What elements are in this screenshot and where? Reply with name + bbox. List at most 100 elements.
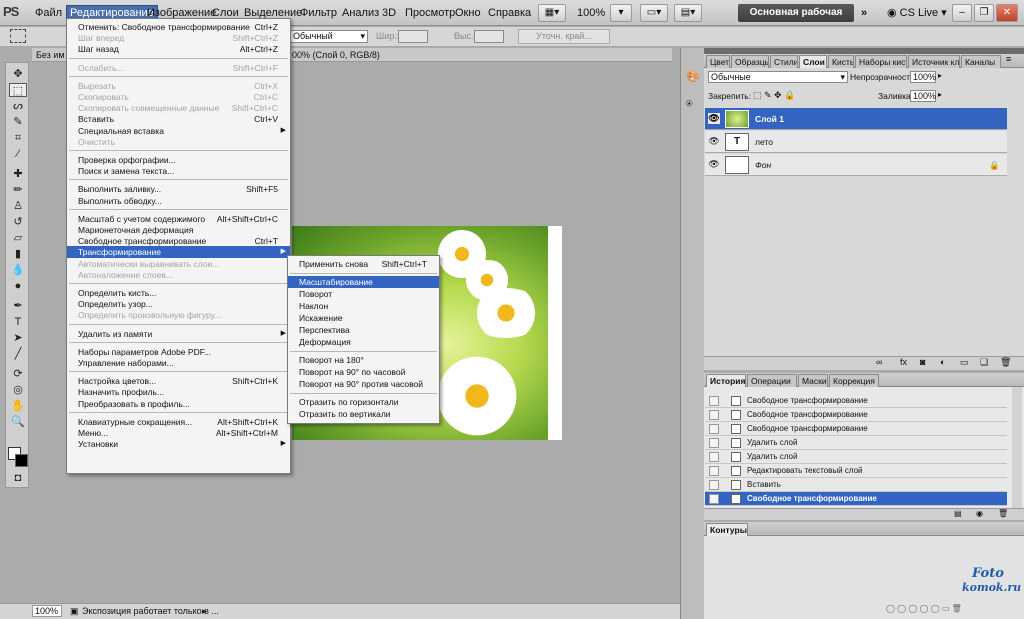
tab-layers[interactable]: Слои: [799, 55, 827, 68]
edit_menu-item[interactable]: Вставить Ctrl+V: [67, 113, 290, 125]
transform_menu-item[interactable]: Масштабирование: [288, 276, 439, 288]
marquee-tool-icon[interactable]: [10, 29, 26, 43]
delete-state-icon[interactable]: 🗑: [998, 509, 1008, 518]
quick-mask-icon[interactable]: ◘: [9, 471, 27, 485]
menu-file[interactable]: Файл: [32, 5, 65, 21]
edit_menu-item[interactable]: Специальная вставка ▶: [67, 125, 290, 137]
tab-color[interactable]: Цвет: [706, 55, 730, 68]
history-brush-source-checkbox[interactable]: [709, 466, 719, 476]
history-brush-icon[interactable]: ↺: [9, 215, 27, 229]
transform_menu-item[interactable]: Поворот: [288, 288, 439, 300]
new-document-icon[interactable]: ▤: [954, 509, 962, 518]
tab-brush-presets[interactable]: Наборы кисте: [855, 55, 907, 68]
3d-rotate-icon[interactable]: ⟳: [9, 367, 27, 381]
move-tool-icon[interactable]: ✥: [9, 67, 27, 81]
brush-tool-icon[interactable]: ✏: [9, 183, 27, 197]
width-field[interactable]: [398, 30, 428, 43]
history-item[interactable]: Свободное трансформирование: [705, 394, 1007, 408]
type-tool-icon[interactable]: T: [9, 315, 27, 329]
edit_menu-item[interactable]: Свободное трансформирование Ctrl+T: [67, 235, 290, 247]
history-brush-source-checkbox[interactable]: [709, 452, 719, 462]
layer-style-icon[interactable]: fx: [900, 357, 907, 367]
history-item[interactable]: Свободное трансформирование: [705, 408, 1007, 422]
layer-row[interactable]: 👁 T лето: [705, 131, 1007, 153]
blur-tool-icon[interactable]: 💧: [9, 263, 27, 277]
tab-actions[interactable]: Операции: [747, 374, 797, 387]
history-item[interactable]: Удалить слой: [705, 436, 1007, 450]
eye-icon[interactable]: 👁: [708, 113, 720, 124]
stamp-icon[interactable]: ⍟: [686, 98, 693, 111]
path-select-icon[interactable]: ➤: [9, 331, 27, 345]
transform_menu-item[interactable]: Наклон: [288, 300, 439, 312]
history-brush-source-checkbox[interactable]: [709, 494, 719, 504]
zoom-tool-icon[interactable]: 🔍: [9, 415, 27, 429]
panel-menu-icon[interactable]: ≡: [1006, 54, 1011, 64]
history-scrollbar[interactable]: [1012, 387, 1022, 509]
transform_menu-item[interactable]: Перспектива: [288, 324, 439, 336]
close-button[interactable]: ✕: [996, 4, 1018, 22]
hand-zoom-button[interactable]: ▾: [610, 4, 632, 22]
transform_menu-item[interactable]: Искажение: [288, 312, 439, 324]
history-brush-source-checkbox[interactable]: [709, 424, 719, 434]
edit_menu-item[interactable]: Марионеточная деформация: [67, 224, 290, 236]
history-item[interactable]: Свободное трансформирование: [705, 422, 1007, 436]
status-info-icon[interactable]: ▣: [70, 604, 79, 619]
eye-icon[interactable]: 👁: [708, 159, 720, 170]
tab-paths[interactable]: Контуры: [706, 523, 748, 536]
edit_menu-item[interactable]: Меню... Alt+Shift+Ctrl+M: [67, 427, 290, 439]
edit_menu-item[interactable]: Настройка цветов... Shift+Ctrl+K: [67, 375, 290, 387]
gradient-tool-icon[interactable]: ▮: [9, 247, 27, 261]
edit_menu-item[interactable]: Наборы параметров Adobe PDF...: [67, 346, 290, 358]
snapshot-icon[interactable]: ◉: [976, 509, 983, 518]
history-brush-source-checkbox[interactable]: [709, 396, 719, 406]
new-group-icon[interactable]: ▭: [960, 357, 969, 368]
zoom-level[interactable]: 100%: [574, 5, 608, 21]
transform_menu-item[interactable]: Поворот на 90° по часовой: [288, 366, 439, 378]
3d-camera-icon[interactable]: ◎: [9, 383, 27, 397]
dodge-tool-icon[interactable]: ●: [9, 279, 27, 293]
eye-icon[interactable]: 👁: [708, 136, 720, 147]
transform_menu-item[interactable]: Отразить по горизонтали: [288, 396, 439, 408]
menu-filter[interactable]: Фильтр: [297, 5, 340, 21]
history-brush-source-checkbox[interactable]: [709, 410, 719, 420]
status-arrow-icon[interactable]: ▸: [202, 604, 207, 619]
cs-live-button[interactable]: ◉ CS Live ▾: [884, 5, 950, 21]
clone-stamp-icon[interactable]: ♙: [9, 199, 27, 213]
history-item[interactable]: Удалить слой: [705, 450, 1007, 464]
tab-clone-source[interactable]: Источник кл: [908, 55, 960, 68]
tab-brush[interactable]: Кисть: [828, 55, 854, 68]
paths-footer-icons[interactable]: ◯ ◯ ◯ ◯ ◯ ▭ 🗑: [886, 604, 962, 613]
screen-mode-button[interactable]: ▭▾: [640, 4, 668, 22]
foreground-color-swatch[interactable]: [15, 454, 28, 467]
opacity-field[interactable]: 100%: [910, 71, 936, 83]
edit_menu-item[interactable]: Определить кисть...: [67, 287, 290, 299]
extras-button[interactable]: ▤▾: [674, 4, 702, 22]
minimize-button[interactable]: –: [952, 4, 972, 22]
style-select[interactable]: Обычный ▾: [290, 30, 368, 43]
menu-window[interactable]: Окно: [452, 5, 484, 21]
restore-button[interactable]: ❐: [974, 4, 994, 22]
edit_menu-item[interactable]: Шаг назад Alt+Ctrl+Z: [67, 43, 290, 55]
marquee-tool-icon[interactable]: ⬚: [9, 83, 27, 97]
arrange-documents-button[interactable]: ▦▾: [538, 4, 566, 22]
menu-3d[interactable]: 3D: [379, 5, 399, 21]
transform_menu-item[interactable]: Применить снова Shift+Ctrl+T: [288, 258, 439, 270]
edit_menu-item[interactable]: Преобразовать в профиль...: [67, 398, 290, 410]
menu-analysis[interactable]: Анализ: [339, 5, 382, 21]
tab-styles[interactable]: Стили: [770, 55, 798, 68]
edit_menu-item[interactable]: Масштаб с учетом содержимого Alt+Shift+Ct…: [67, 213, 290, 225]
transform_menu-item[interactable]: Отразить по вертикали: [288, 408, 439, 420]
chevron-right-icon[interactable]: ▸: [938, 90, 942, 99]
status-zoom[interactable]: 100%: [32, 605, 62, 617]
workspace-button[interactable]: Основная рабочая среда: [738, 4, 854, 36]
pen-tool-icon[interactable]: ✒: [9, 299, 27, 313]
edit_menu-item[interactable]: Выполнить заливку... Shift+F5: [67, 183, 290, 195]
edit_menu-item[interactable]: Установки ▶: [67, 438, 290, 450]
delete-layer-icon[interactable]: 🗑: [1000, 357, 1011, 368]
more-workspaces[interactable]: »: [858, 5, 870, 21]
tab-masks[interactable]: Маски: [798, 374, 828, 387]
eraser-tool-icon[interactable]: ▱: [9, 231, 27, 245]
lasso-tool-icon[interactable]: ᔕ: [9, 99, 27, 113]
transform_menu-item[interactable]: Поворот на 180°: [288, 354, 439, 366]
crop-tool-icon[interactable]: ⌗: [9, 131, 27, 145]
